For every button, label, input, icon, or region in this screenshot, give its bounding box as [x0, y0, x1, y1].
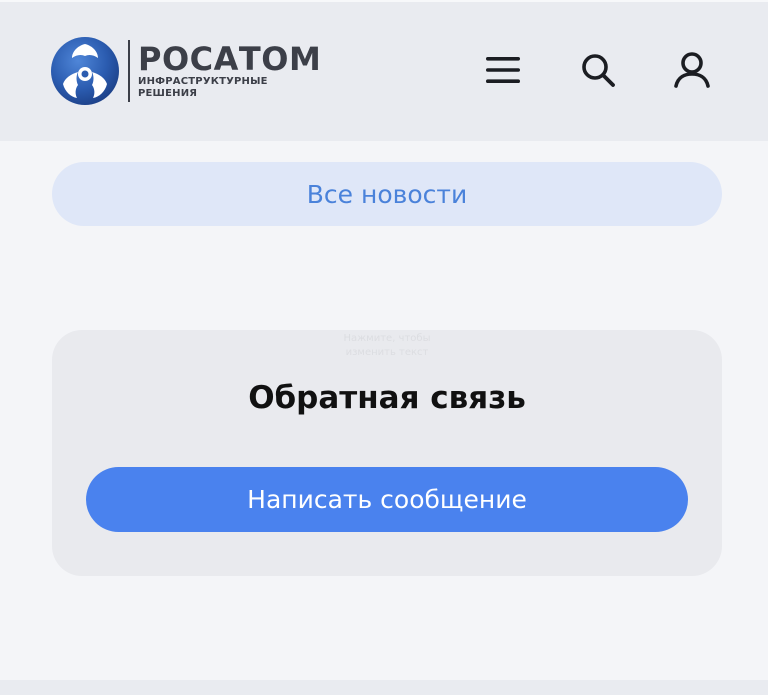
all-news-button[interactable]: Все новости	[52, 162, 722, 226]
site-header: РОСАТОМ ИНФРАСТРУКТУРНЫЕ РЕШЕНИЯ	[0, 0, 768, 141]
feedback-card: Нажмите, чтобы изменить текст Обратная с…	[52, 330, 722, 576]
search-button[interactable]	[578, 50, 618, 90]
feedback-title: Обратная связь	[248, 380, 526, 416]
logo-title: РОСАТОМ	[138, 40, 322, 78]
logo-divider	[128, 40, 130, 102]
write-message-label: Написать сообщение	[247, 485, 527, 514]
page: РОСАТОМ ИНФРАСТРУКТУРНЫЕ РЕШЕНИЯ Все нов…	[0, 0, 768, 695]
logo-text: РОСАТОМ ИНФРАСТРУКТУРНЫЕ РЕШЕНИЯ	[138, 42, 321, 100]
rosatom-logo[interactable]: РОСАТОМ ИНФРАСТРУКТУРНЫЕ РЕШЕНИЯ	[50, 36, 321, 106]
hamburger-menu-icon	[486, 57, 520, 83]
menu-button[interactable]	[483, 50, 523, 90]
logo-subtitle-line2: РЕШЕНИЯ	[138, 88, 198, 99]
user-icon	[674, 52, 710, 88]
user-account-button[interactable]	[672, 50, 712, 90]
bottom-strip	[0, 680, 768, 695]
logo-subtitle-line1: ИНФРАСТРУКТУРНЫЕ	[138, 76, 268, 87]
all-news-label: Все новости	[306, 179, 468, 209]
edit-text-hint: Нажмите, чтобы изменить текст	[343, 333, 431, 358]
rosatom-atom-logo-icon	[51, 37, 119, 105]
write-message-button[interactable]: Написать сообщение	[86, 467, 688, 532]
search-icon	[582, 54, 615, 87]
